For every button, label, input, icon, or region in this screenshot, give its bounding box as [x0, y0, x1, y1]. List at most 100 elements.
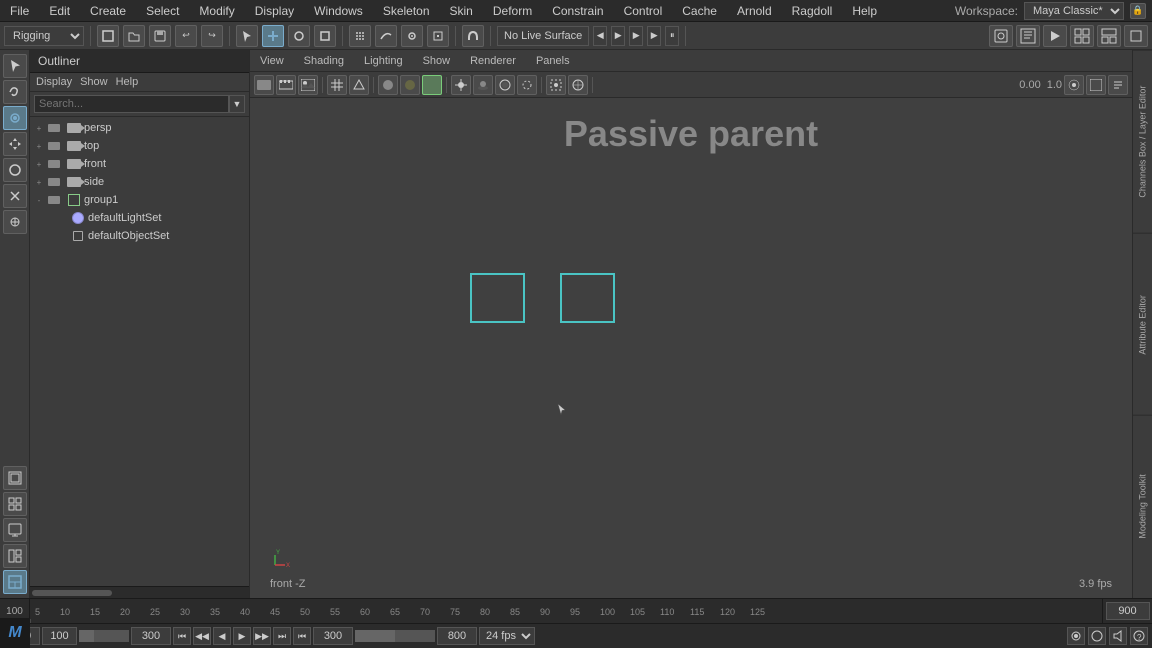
save-btn[interactable]	[149, 25, 171, 47]
menu-item-arnold[interactable]: Arnold	[733, 2, 776, 20]
expand-persp[interactable]: +	[34, 123, 44, 133]
expand-group1[interactable]: -	[34, 195, 44, 205]
search-input[interactable]	[34, 95, 229, 113]
auto-key-btn[interactable]	[1067, 627, 1085, 645]
playback-settings-btn[interactable]	[1088, 627, 1106, 645]
full-view-btn[interactable]	[1124, 25, 1148, 47]
snap-curve-btn[interactable]	[375, 25, 397, 47]
range-start-input[interactable]: 100	[42, 627, 77, 645]
playback-prev-frame-btn[interactable]: ◀	[213, 627, 231, 645]
playback-skip-end-btn[interactable]: ⏮	[293, 627, 311, 645]
vp-grid-toggle-btn[interactable]	[1086, 75, 1106, 95]
fps-select[interactable]: 24 fps 30 fps	[479, 627, 535, 645]
outliner-show-menu[interactable]: Show	[80, 76, 108, 88]
range-slider[interactable]	[79, 630, 129, 642]
playback-skip-start-btn[interactable]: ⏮	[173, 627, 191, 645]
outliner-content[interactable]: + persp + top	[30, 117, 249, 586]
menu-item-constrain[interactable]: Constrain	[548, 2, 607, 20]
playback-prev-key-btn[interactable]: ◀◀	[193, 627, 211, 645]
channel-box-tab[interactable]: Channels Box / Layer Editor	[1133, 50, 1152, 233]
expand-front[interactable]: +	[34, 159, 44, 169]
vp-light-btn[interactable]	[451, 75, 471, 95]
vp-image-btn[interactable]	[298, 75, 318, 95]
menu-item-deform[interactable]: Deform	[489, 2, 536, 20]
tree-item-lightset[interactable]: defaultLightSet	[30, 209, 249, 227]
tree-item-front[interactable]: + front	[30, 155, 249, 173]
range2-slider[interactable]	[355, 630, 435, 642]
vp-menu-renderer[interactable]: Renderer	[466, 53, 520, 69]
scrollbar-thumb-h[interactable]	[32, 590, 112, 596]
menu-item-windows[interactable]: Windows	[310, 2, 367, 20]
live-surface-prev-btn[interactable]: ◀	[593, 26, 607, 46]
proportional-btn[interactable]	[3, 492, 27, 516]
outliner-scrollbar-h[interactable]	[30, 586, 249, 598]
expand-objectset[interactable]	[58, 231, 68, 241]
vp-camera-btn[interactable]	[254, 75, 274, 95]
tree-item-objectset[interactable]: defaultObjectSet	[30, 227, 249, 245]
open-btn[interactable]	[123, 25, 145, 47]
rotate-tool-btn[interactable]	[288, 25, 310, 47]
menu-item-ragdoll[interactable]: Ragdoll	[788, 2, 837, 20]
attribute-editor-tab[interactable]: Attribute Editor	[1133, 233, 1152, 416]
vp-menu-lighting[interactable]: Lighting	[360, 53, 407, 69]
range-end-input[interactable]: 300	[131, 627, 171, 645]
menu-item-control[interactable]: Control	[620, 2, 667, 20]
scale-tool-btn[interactable]	[314, 25, 336, 47]
vp-xray-btn[interactable]	[568, 75, 588, 95]
vp-grid-btn[interactable]	[327, 75, 347, 95]
snap-view-btn[interactable]	[427, 25, 449, 47]
tree-item-group1[interactable]: - group1	[30, 191, 249, 209]
vp-settings-btn[interactable]	[1064, 75, 1084, 95]
render-btn[interactable]	[1016, 25, 1040, 47]
vp-solid-btn[interactable]	[422, 75, 442, 95]
playback-next-frame-btn[interactable]: ▶▶	[253, 627, 271, 645]
live-surface-btn2[interactable]: ▶	[629, 26, 643, 46]
quick-layout-btn[interactable]	[3, 544, 27, 568]
menu-item-edit[interactable]: Edit	[45, 2, 74, 20]
vp-isolate-btn[interactable]	[546, 75, 566, 95]
range2-start-input[interactable]: 300	[313, 627, 353, 645]
tree-item-top[interactable]: + top	[30, 137, 249, 155]
vp-hud-btn[interactable]	[1108, 75, 1128, 95]
vp-textured-btn[interactable]	[400, 75, 420, 95]
vp-menu-show[interactable]: Show	[419, 53, 455, 69]
magnet-snap-btn[interactable]	[462, 25, 484, 47]
viewport-canvas[interactable]: Passive parent Y X front -Z 3.9 fps	[250, 98, 1132, 598]
outliner-display-menu[interactable]: Display	[36, 76, 72, 88]
menu-item-help[interactable]: Help	[848, 2, 881, 20]
playback-next-key-btn[interactable]: ⏭	[273, 627, 291, 645]
search-expand-btn[interactable]: ▼	[229, 95, 245, 113]
workspace-lock-btn[interactable]: 🔒	[1130, 3, 1146, 19]
timeline-area[interactable]: 100 5 10 15 20 25 30 35 40 45 50 55 60 6…	[0, 598, 1152, 623]
workspace-select[interactable]: Maya Classic*	[1024, 2, 1124, 20]
new-scene-btn[interactable]	[97, 25, 119, 47]
ipr-btn[interactable]	[1043, 25, 1067, 47]
vp-motion-blur-btn[interactable]	[517, 75, 537, 95]
vp-wireframe-btn[interactable]	[349, 75, 369, 95]
viewport-object-1[interactable]	[470, 273, 525, 323]
menu-item-modify[interactable]: Modify	[195, 2, 238, 20]
playback-play-btn[interactable]: ▶	[233, 627, 251, 645]
vp-shaded-btn[interactable]	[378, 75, 398, 95]
menu-item-cache[interactable]: Cache	[678, 2, 721, 20]
menu-item-skeleton[interactable]: Skeleton	[379, 2, 434, 20]
vp-film-btn[interactable]	[276, 75, 296, 95]
panel-manager-btn[interactable]	[3, 570, 27, 594]
select-tool-btn[interactable]	[236, 25, 258, 47]
expand-lightset[interactable]	[58, 213, 68, 223]
vp-menu-shading[interactable]: Shading	[300, 53, 348, 69]
lasso-btn[interactable]	[3, 80, 27, 104]
snap-point-btn[interactable]	[401, 25, 423, 47]
live-surface-btn3[interactable]: ▶	[647, 26, 661, 46]
tree-item-persp[interactable]: + persp	[30, 119, 249, 137]
menu-item-display[interactable]: Display	[251, 2, 298, 20]
live-surface-next-btn[interactable]: ▶	[611, 26, 625, 46]
mode-select[interactable]: Rigging	[4, 26, 84, 46]
display-settings-btn[interactable]	[3, 518, 27, 542]
vp-menu-view[interactable]: View	[256, 53, 288, 69]
range2-end-input[interactable]: 800	[437, 627, 477, 645]
sound-btn[interactable]	[1109, 627, 1127, 645]
vp-ao-btn[interactable]	[495, 75, 515, 95]
timeline-ruler[interactable]: 5 10 15 20 25 30 35 40 45 50 55 60 65 70…	[30, 599, 1102, 623]
undo-btn[interactable]: ↩	[175, 25, 197, 47]
